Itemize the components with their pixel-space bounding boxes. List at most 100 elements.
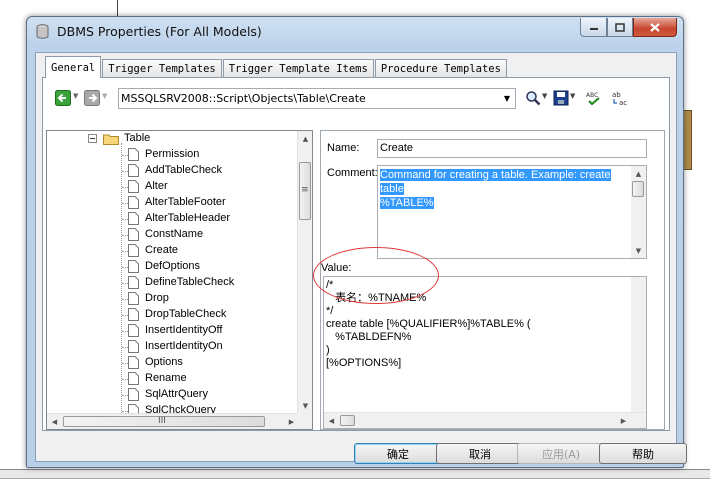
ok-button[interactable]: 确定 xyxy=(354,443,442,464)
tree-item-label: Permission xyxy=(145,148,200,160)
tree-item[interactable]: AlterTableFooter xyxy=(47,195,299,211)
document-icon xyxy=(128,276,139,289)
maximize-button[interactable] xyxy=(607,18,633,37)
value-horizontal-scrollbar[interactable]: ◀ ▶ xyxy=(324,412,646,428)
comment-line-1: Command for creating a table. Example: c… xyxy=(380,169,611,195)
hscroll-grip: III xyxy=(158,416,166,426)
tree-item-label: DefOptions xyxy=(145,260,201,272)
scroll-corner xyxy=(297,413,312,429)
comment-scroll-thumb[interactable] xyxy=(632,181,644,197)
document-icon xyxy=(128,308,139,321)
tree-horizontal-scrollbar[interactable]: ◀ III ▶ xyxy=(47,413,299,429)
value-vertical-scrollbar[interactable] xyxy=(631,277,646,412)
path-combo[interactable]: MSSQLSRV2008::Script\Objects\Table\Creat… xyxy=(118,88,516,109)
document-icon xyxy=(128,356,139,369)
scroll-up-arrow[interactable]: ▲ xyxy=(298,131,312,146)
tree-item[interactable]: SqlAttrQuery xyxy=(47,387,299,403)
tree-vertical-scrollbar[interactable]: ▲ ≡ ▼ xyxy=(297,131,312,413)
back-dropdown-icon[interactable]: ▼ xyxy=(73,92,78,100)
toolbar: ▼ ▼ MSSQLSRV2008::Script\Objects\Table\C… xyxy=(43,86,669,112)
name-value: Create xyxy=(380,142,414,154)
tree-item[interactable]: DefOptions xyxy=(47,259,299,275)
save-dropdown-icon[interactable]: ▼ xyxy=(570,92,575,100)
tree-item[interactable]: DefineTableCheck xyxy=(47,275,299,291)
tree-item[interactable]: Drop xyxy=(47,291,299,307)
tree-item-label: Create xyxy=(145,244,179,256)
tree-item-label: Drop xyxy=(145,292,169,304)
replace-icon[interactable]: ab ac xyxy=(611,90,629,106)
forward-dropdown-icon[interactable]: ▼ xyxy=(102,92,107,100)
collapse-icon[interactable] xyxy=(88,134,97,143)
help-button[interactable]: 帮助 xyxy=(599,443,687,464)
tree-item[interactable]: SqlChckQuery xyxy=(47,403,299,413)
document-icon xyxy=(128,180,139,193)
back-arrow-icon[interactable] xyxy=(55,90,71,106)
comment-scrollbar[interactable]: ▲ ▼ xyxy=(631,166,646,258)
tree-item-label: AlterTableHeader xyxy=(145,212,230,224)
background-window-edge xyxy=(0,469,710,479)
minimize-button[interactable] xyxy=(580,18,607,37)
hscroll-thumb[interactable]: III xyxy=(63,416,265,427)
tree-item[interactable]: InsertIdentityOff xyxy=(47,323,299,339)
value-line: %TABLDEFN% xyxy=(326,331,412,343)
tab-general[interactable]: General xyxy=(45,56,102,78)
apply-button: 应用(A) xyxy=(517,443,605,464)
tree-item-label: DropTableCheck xyxy=(145,308,227,320)
comment-scroll-up[interactable]: ▲ xyxy=(631,166,646,181)
scroll-left-arrow[interactable]: ◀ xyxy=(47,414,62,429)
tab-strip: General Trigger Templates Trigger Templa… xyxy=(45,56,508,78)
tab-trigger-template-items[interactable]: Trigger Template Items xyxy=(222,59,374,78)
tree-items: Table Permission AddTableCheck Alter AlterT… xyxy=(47,131,299,413)
search-icon[interactable] xyxy=(525,90,541,106)
tree-item[interactable]: Alter xyxy=(47,179,299,195)
comment-text: Command for creating a table. Example: c… xyxy=(380,168,630,210)
document-icon xyxy=(128,164,139,177)
close-button[interactable] xyxy=(633,18,677,37)
value-hscroll-thumb[interactable] xyxy=(340,415,355,426)
window-title: DBMS Properties (For All Models) xyxy=(57,24,262,39)
value-scroll-right[interactable]: ▶ xyxy=(616,413,631,428)
database-icon xyxy=(36,24,49,39)
tree-item[interactable]: Create xyxy=(47,243,299,259)
dbms-properties-dialog: DBMS Properties (For All Models) General… xyxy=(26,16,687,468)
tree-item-label: DefineTableCheck xyxy=(145,276,235,288)
save-icon[interactable] xyxy=(553,90,569,106)
scroll-down-arrow[interactable]: ▼ xyxy=(298,398,312,413)
tree-item[interactable]: Permission xyxy=(47,147,299,163)
annotation-circle xyxy=(313,247,439,304)
value-scroll-left[interactable]: ◀ xyxy=(324,413,339,428)
document-icon xyxy=(128,388,139,401)
minimize-icon xyxy=(589,28,598,30)
document-icon xyxy=(128,340,139,353)
tree-item[interactable]: AddTableCheck xyxy=(47,163,299,179)
scroll-thumb[interactable]: ≡ xyxy=(299,162,311,220)
tree-node-table[interactable]: Table xyxy=(47,131,299,147)
tree-item[interactable]: AlterTableHeader xyxy=(47,211,299,227)
chevron-down-icon[interactable]: ▼ xyxy=(499,89,515,108)
spell-check-icon[interactable]: ABC xyxy=(586,90,602,106)
tree-item-label: SqlChckQuery xyxy=(145,404,216,413)
search-dropdown-icon[interactable]: ▼ xyxy=(542,92,547,100)
tree-item-label: Alter xyxy=(145,180,168,192)
object-tree[interactable]: Table Permission AddTableCheck Alter AlterT… xyxy=(46,130,313,430)
title-bar[interactable]: DBMS Properties (For All Models) xyxy=(27,17,683,45)
tree-item[interactable]: Options xyxy=(47,355,299,371)
tab-trigger-templates[interactable]: Trigger Templates xyxy=(102,59,222,78)
comment-scroll-down[interactable]: ▼ xyxy=(631,243,646,258)
tab-procedure-templates[interactable]: Procedure Templates xyxy=(374,59,507,78)
document-icon xyxy=(128,212,139,225)
comment-field[interactable]: Command for creating a table. Example: c… xyxy=(377,165,647,259)
document-icon xyxy=(128,244,139,257)
value-line: */ xyxy=(326,305,334,317)
tree-item[interactable]: ConstName xyxy=(47,227,299,243)
tree-item[interactable]: InsertIdentityOn xyxy=(47,339,299,355)
tree-item[interactable]: Rename xyxy=(47,371,299,387)
name-field[interactable]: Create xyxy=(377,139,647,158)
document-icon xyxy=(128,148,139,161)
comment-line-2: %TABLE% xyxy=(380,197,434,209)
cancel-button[interactable]: 取消 xyxy=(436,443,524,464)
path-combo-value: MSSQLSRV2008::Script\Objects\Table\Creat… xyxy=(121,92,366,105)
tree-item[interactable]: DropTableCheck xyxy=(47,307,299,323)
document-icon xyxy=(128,324,139,337)
forward-arrow-icon[interactable] xyxy=(84,90,100,106)
